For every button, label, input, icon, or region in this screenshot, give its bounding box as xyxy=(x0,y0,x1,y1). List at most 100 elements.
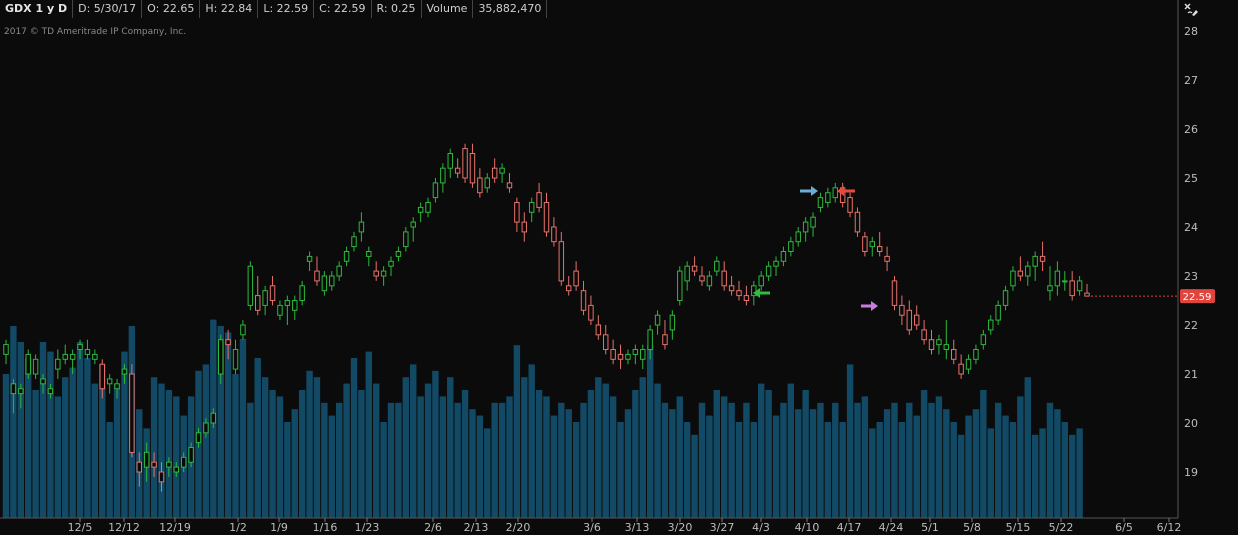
volume-bar xyxy=(1076,428,1083,518)
volume-bar xyxy=(432,370,439,518)
candle-body xyxy=(499,167,505,174)
time-tick-label: 2/6 xyxy=(424,521,442,534)
candle-body xyxy=(862,236,868,253)
candle-body xyxy=(1069,280,1075,297)
candle xyxy=(432,178,439,203)
candle xyxy=(988,315,994,335)
volume-bar xyxy=(232,374,239,518)
time-axis: 12/5 12/12 12/19 1/2 1/9 1/16 1/23 2/6 2/13 2/20 3… xyxy=(68,518,1181,534)
candle xyxy=(358,212,365,242)
volume-bar xyxy=(565,409,572,518)
candle xyxy=(906,300,913,335)
candle xyxy=(425,197,431,218)
volume-bar xyxy=(506,396,513,518)
candle xyxy=(640,344,646,370)
candle xyxy=(677,266,683,306)
candle-body xyxy=(395,251,402,257)
candle-body xyxy=(832,187,838,199)
candle-body xyxy=(958,363,964,375)
candle xyxy=(728,276,735,296)
close-readout: C: 22.59 xyxy=(314,0,372,18)
candle-body xyxy=(632,349,639,355)
candle-body xyxy=(432,182,439,199)
volume-bar xyxy=(1024,377,1031,518)
candle-body xyxy=(25,353,31,375)
volume-bar xyxy=(247,402,254,518)
volume-bar xyxy=(883,409,891,518)
candle xyxy=(825,187,831,208)
volume-bar xyxy=(543,396,550,518)
candle xyxy=(802,217,809,242)
volume-bar xyxy=(832,402,839,518)
volume-bar xyxy=(869,428,876,518)
settings-style-icon[interactable] xyxy=(1182,1,1200,17)
candle-body xyxy=(802,221,809,233)
volume-bar xyxy=(1061,422,1068,518)
candle-body xyxy=(780,251,787,262)
volume-bar xyxy=(632,390,639,518)
candle xyxy=(832,182,838,203)
volume-bar xyxy=(920,390,928,518)
candle-body xyxy=(684,265,690,282)
volume-bar xyxy=(358,390,365,518)
volume-bar xyxy=(646,345,654,518)
candle xyxy=(292,295,298,321)
price-tick-label: 28 xyxy=(1184,25,1198,38)
candle xyxy=(588,295,594,325)
symbol-label[interactable]: GDX 1 y D xyxy=(0,0,74,18)
volume-bar xyxy=(1017,396,1024,518)
candle-body xyxy=(913,314,920,326)
candle xyxy=(536,182,542,213)
candle-body xyxy=(610,349,616,360)
price-tick-label: 21 xyxy=(1184,368,1198,381)
candle xyxy=(580,280,587,316)
volume-bar xyxy=(661,402,669,518)
time-tick-label: 1/16 xyxy=(313,521,338,534)
candle xyxy=(891,276,898,311)
candle-body xyxy=(173,466,180,473)
candle xyxy=(388,256,394,276)
volume-bar xyxy=(876,422,883,518)
candle xyxy=(514,197,520,232)
candle-body xyxy=(484,177,490,189)
time-tick-label: 6/5 xyxy=(1115,521,1133,534)
candle-body xyxy=(232,349,239,370)
candle xyxy=(84,339,91,360)
candle-body xyxy=(1054,270,1061,287)
volume-bar xyxy=(957,434,965,518)
volume-bar xyxy=(572,422,580,518)
volume-bar xyxy=(76,342,84,518)
volume-bar xyxy=(17,342,25,518)
volume-bar xyxy=(824,422,832,518)
candle-body xyxy=(447,153,453,169)
price-chart[interactable]: 28 27 26 25 24 23 22 21 20 19 12/5 12/12 12/19 1/2 1/… xyxy=(0,0,1238,535)
candle-body xyxy=(595,324,602,336)
candle-body xyxy=(277,304,283,316)
candle xyxy=(3,339,9,365)
candle-body xyxy=(469,153,476,184)
volume-bar xyxy=(1009,422,1017,518)
candle-body xyxy=(321,275,328,292)
volume-bar xyxy=(943,409,950,518)
candle-body xyxy=(543,202,550,233)
candle xyxy=(1069,271,1075,301)
volume-bar xyxy=(580,402,587,518)
candle xyxy=(780,246,787,267)
volume-bar xyxy=(587,390,595,518)
candle-body xyxy=(580,290,587,311)
candle-body xyxy=(106,378,113,385)
price-tick-label: 20 xyxy=(1184,417,1198,430)
candle-body xyxy=(62,353,68,360)
volume-bar xyxy=(202,364,210,518)
candle xyxy=(884,246,890,272)
volume-bar xyxy=(69,367,76,518)
candle xyxy=(965,354,972,374)
candle-body xyxy=(951,349,957,360)
volume-bar xyxy=(1031,434,1039,518)
candle xyxy=(714,256,720,276)
candle-body xyxy=(869,241,876,248)
volume-bar xyxy=(765,390,772,518)
volume-bar xyxy=(654,383,661,518)
settings-style-glyph xyxy=(1184,3,1198,16)
time-tick-label: 2/13 xyxy=(464,521,489,534)
